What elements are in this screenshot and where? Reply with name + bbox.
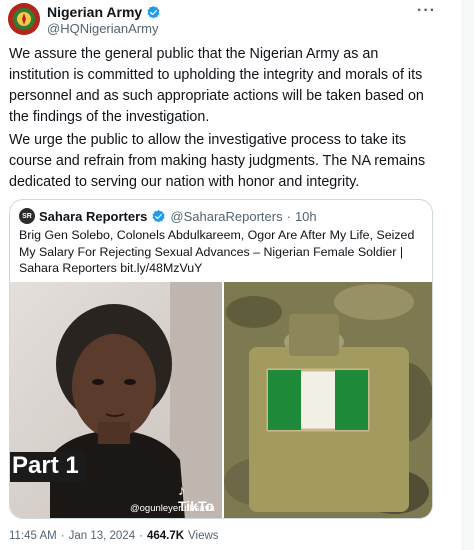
tiktok-icon: ♪ [178, 482, 185, 498]
tweet-text-paragraph-2: We urge the public to allow the investig… [9, 132, 426, 190]
tweet-date[interactable]: Jan 13, 2024 [69, 530, 136, 542]
separator-dot: · [286, 208, 291, 224]
quoted-tweet[interactable]: SR Sahara Reporters @SaharaReporters · 1… [9, 199, 433, 519]
author-handle[interactable]: @HQNigerianArmy [47, 21, 158, 36]
uniform-patch-image [224, 282, 432, 518]
tweet-text-paragraph-1: We assure the general public that the Ni… [9, 46, 424, 125]
army-uniform-flag-image[interactable] [224, 282, 432, 518]
quoted-display-name[interactable]: Sahara Reporters [39, 209, 147, 224]
author-name-row: Nigerian Army [47, 4, 161, 20]
scrollbar-track[interactable] [462, 0, 474, 550]
tweet-meta-row: 11:45 AM · Jan 13, 2024 · 464.7K Views [9, 530, 219, 542]
quoted-media[interactable]: Part 1 ♪ TikTo @ogunleyeruthsava [10, 282, 432, 518]
more-horizontal-icon[interactable]: ··· [417, 2, 436, 20]
separator-dot: · [60, 530, 65, 542]
quoted-time[interactable]: 10h [295, 209, 317, 224]
video-part-label: Part 1 [10, 452, 87, 482]
views-count: 464.7K [146, 530, 185, 542]
tiktok-username: @ogunleyeruthsava [130, 503, 215, 514]
author-avatar[interactable] [8, 3, 40, 35]
tweet-time[interactable]: 11:45 AM [9, 530, 57, 542]
views-label: Views [188, 530, 219, 542]
quoted-tweet-header: SR Sahara Reporters @SaharaReporters · 1… [19, 208, 317, 224]
author-display-name[interactable]: Nigerian Army [47, 4, 142, 20]
nigerian-army-logo-icon [8, 3, 40, 35]
sahara-reporters-avatar[interactable]: SR [19, 208, 35, 224]
quoted-tweet-text: Brig Gen Solebo, Colonels Abdulkareem, O… [19, 228, 415, 275]
tweet: Nigerian Army @HQNigerianArmy ··· We ass… [0, 0, 474, 550]
separator-dot: · [139, 530, 143, 542]
verified-badge-icon [152, 209, 165, 222]
video-thumbnail-woman[interactable]: Part 1 ♪ TikTo @ogunleyeruthsava [10, 282, 222, 518]
verified-badge-icon [147, 5, 160, 18]
quoted-handle[interactable]: @SaharaReporters [170, 209, 282, 224]
